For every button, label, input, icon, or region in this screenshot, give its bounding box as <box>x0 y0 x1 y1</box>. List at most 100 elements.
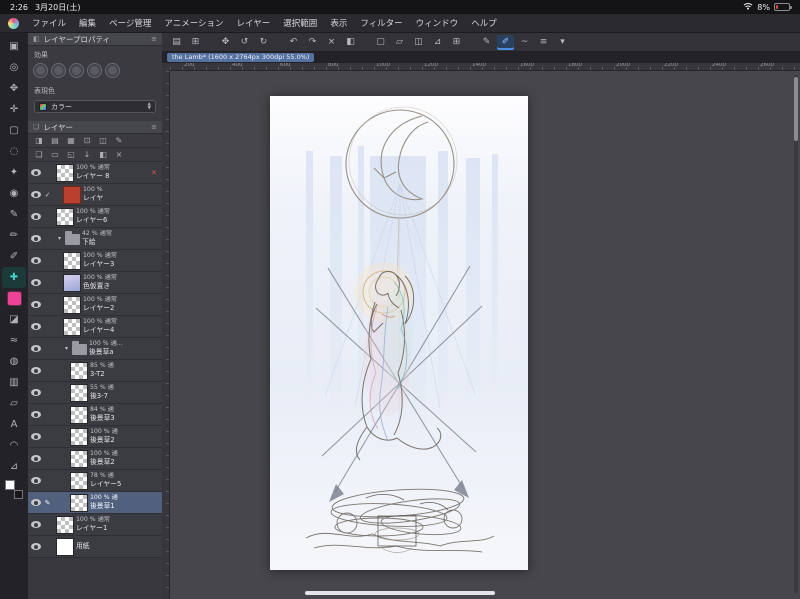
visibility-eye-icon[interactable] <box>31 323 41 330</box>
menu-item-8[interactable]: ウィンドウ <box>416 17 459 29</box>
white-color-chip-icon[interactable] <box>5 480 15 490</box>
color-chips[interactable] <box>2 477 26 501</box>
layer-edit-mark[interactable]: ✎ <box>43 499 52 507</box>
visibility-eye-icon[interactable] <box>31 345 41 352</box>
layer-row-3[interactable]: ▾ 42 % 通常 下絵 <box>28 228 162 250</box>
select-all-icon[interactable]: ▢ <box>372 35 389 50</box>
more-icon[interactable]: ▾ <box>554 35 571 50</box>
layer-thumbnail[interactable] <box>56 515 74 534</box>
layer-edit-mark[interactable]: ✓ <box>43 191 52 199</box>
layer-thumbnail[interactable] <box>63 251 81 270</box>
layer-row-13[interactable]: 100 % 通後景草2 <box>28 448 162 470</box>
eraser-tool[interactable]: ◪ <box>2 309 26 330</box>
app-logo-icon[interactable] <box>8 17 19 29</box>
brush-mode-icon[interactable]: ✐ <box>497 34 514 50</box>
pen-tool[interactable]: ✎ <box>2 204 26 225</box>
line-correction-icon[interactable]: ~ <box>516 35 533 50</box>
new-folder-icon[interactable]: ▭ <box>49 150 61 159</box>
layer-thumbnail[interactable] <box>56 537 74 556</box>
auto-select-tool[interactable]: ✦ <box>2 162 26 183</box>
transform-icon[interactable]: ✥ <box>217 35 234 50</box>
layer-thumbnail[interactable] <box>63 317 81 336</box>
layer-thumbnail[interactable] <box>70 361 88 380</box>
folder-expand-icon[interactable]: ▾ <box>63 345 70 352</box>
lock-transparent-icon[interactable]: ◫ <box>97 136 109 145</box>
new-layer-icon[interactable]: ❏ <box>33 150 45 159</box>
duplicate-layer-icon[interactable]: ◱ <box>65 150 77 159</box>
pencil-tool[interactable]: ✏ <box>2 225 26 246</box>
layer-thumbnail[interactable] <box>63 185 81 204</box>
visibility-eye-icon[interactable] <box>31 301 41 308</box>
visibility-eye-icon[interactable] <box>31 257 41 264</box>
undo-icon[interactable]: ↶ <box>285 35 302 50</box>
panel-menu-icon[interactable]: ≡ <box>151 35 157 43</box>
border-effect-icon[interactable] <box>34 64 47 77</box>
visibility-eye-icon[interactable] <box>31 213 41 220</box>
layer-thumbnail[interactable] <box>70 493 88 512</box>
selection-area-tool[interactable]: ▢ <box>2 120 26 141</box>
ruler-tool[interactable]: ⊿ <box>2 456 26 477</box>
canvas-viewport[interactable] <box>170 71 800 599</box>
rotate-right-icon[interactable]: ↻ <box>255 35 272 50</box>
rotate-left-icon[interactable]: ↺ <box>236 35 253 50</box>
layer-panel-toggle-icon[interactable]: ▤ <box>168 35 185 50</box>
menu-item-6[interactable]: 表示 <box>330 17 347 29</box>
expression-color-select[interactable]: カラー ▲ ▼ <box>34 100 156 113</box>
layer-row-1[interactable]: ✓ 100 % レイヤ <box>28 184 162 206</box>
layer-row-2[interactable]: 100 % 通常 レイヤー6 <box>28 206 162 228</box>
visibility-eye-icon[interactable] <box>31 191 41 198</box>
balloon-tool[interactable]: ◠ <box>2 435 26 456</box>
layer-row-6[interactable]: 100 % 通常 レイヤー2 <box>28 294 162 316</box>
menu-item-9[interactable]: ヘルプ <box>471 17 497 29</box>
tone-effect-icon[interactable] <box>52 64 65 77</box>
snap-to-grid-icon[interactable]: ⊞ <box>448 35 465 50</box>
merge-down-icon[interactable]: ↓ <box>81 150 93 159</box>
lasso-tool[interactable]: ◌ <box>2 141 26 162</box>
figure-tool[interactable]: ▱ <box>2 393 26 414</box>
visibility-eye-icon[interactable] <box>31 499 41 506</box>
visibility-eye-icon[interactable] <box>31 169 41 176</box>
zoom-tool[interactable]: ◎ <box>2 57 26 78</box>
layer-property-header[interactable]: ◧ レイヤープロパティ ≡ <box>28 33 162 46</box>
layer-row-17[interactable]: 用紙 <box>28 536 162 558</box>
visibility-eye-icon[interactable] <box>31 455 41 462</box>
document-tab[interactable]: the Lamb* (1600 x 2764px 300dpi 55.0%) <box>167 53 315 62</box>
lock-layer-icon[interactable]: ⊡ <box>81 136 93 145</box>
visibility-eye-icon[interactable] <box>31 389 41 396</box>
effect-settings-icon[interactable] <box>106 64 119 77</box>
visibility-eye-icon[interactable] <box>31 367 41 374</box>
visibility-eye-icon[interactable] <box>31 543 41 550</box>
menu-item-3[interactable]: アニメーション <box>164 17 223 29</box>
layer-thumbnail[interactable] <box>70 427 88 446</box>
layer-row-5[interactable]: 100 % 通常 色仮置き <box>28 272 162 294</box>
visibility-eye-icon[interactable] <box>31 279 41 286</box>
draft-layer-icon[interactable]: ✎ <box>113 136 125 145</box>
eyedropper-tool[interactable]: ◉ <box>2 183 26 204</box>
visibility-eye-icon[interactable] <box>31 477 41 484</box>
toolbar-settings-icon[interactable]: ≡ <box>535 35 552 50</box>
hand-tool[interactable]: ✥ <box>2 78 26 99</box>
layer-row-4[interactable]: 100 % 通常 レイヤー3 <box>28 250 162 272</box>
layer-color-effect-icon[interactable] <box>70 64 83 77</box>
layer-row-0[interactable]: 100 % 通常 レイヤー 8 ✕ <box>28 162 162 184</box>
layer-row-16[interactable]: 100 % 通常 レイヤー1 <box>28 514 162 536</box>
visibility-eye-icon[interactable] <box>31 521 41 528</box>
layer-row-15[interactable]: ✎ 100 % 通後景草1 <box>28 492 162 514</box>
extract-line-effect-icon[interactable] <box>88 64 101 77</box>
layer-row-12[interactable]: 100 % 通後景草2 <box>28 426 162 448</box>
deselect-icon[interactable]: ▱ <box>391 35 408 50</box>
blend-mode-icon[interactable]: ◨ <box>33 136 45 145</box>
layer-row-7[interactable]: 100 % 通常 レイヤー4 <box>28 316 162 338</box>
layer-thumbnail[interactable] <box>63 295 81 314</box>
home-indicator[interactable] <box>305 591 495 595</box>
invert-selection-icon[interactable]: ◫ <box>410 35 427 50</box>
brush-tip-icon[interactable]: ✎ <box>478 35 495 50</box>
text-tool[interactable]: A <box>2 414 26 435</box>
snap-to-ruler-icon[interactable]: ⊿ <box>429 35 446 50</box>
layer-row-10[interactable]: 55 % 通後3-7 <box>28 382 162 404</box>
document-canvas[interactable] <box>270 96 528 570</box>
protect-alpha-icon[interactable]: ▦ <box>65 136 77 145</box>
visibility-eye-icon[interactable] <box>31 433 41 440</box>
fill-tool[interactable]: ◍ <box>2 351 26 372</box>
artwork-canvas[interactable] <box>270 96 528 570</box>
